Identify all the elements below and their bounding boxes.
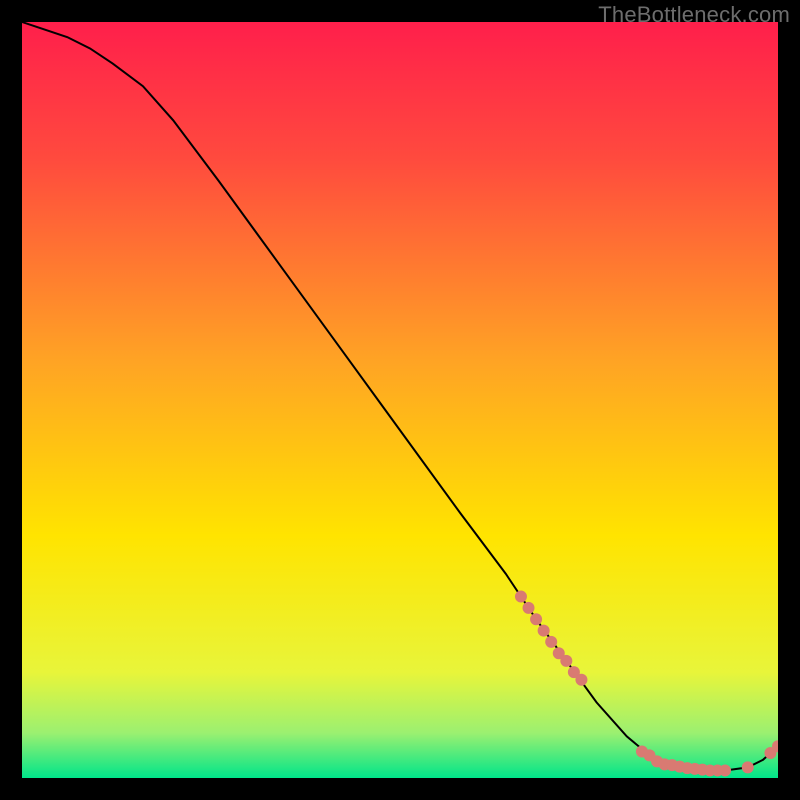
highlight-point: [560, 655, 572, 667]
highlight-point: [742, 761, 754, 773]
plot-svg: [22, 22, 778, 778]
gradient-background: [22, 22, 778, 778]
highlight-point: [545, 636, 557, 648]
chart-stage: TheBottleneck.com: [0, 0, 800, 800]
plot-area: [22, 22, 778, 778]
highlight-point: [515, 591, 527, 603]
highlight-point: [719, 764, 731, 776]
highlight-point: [530, 613, 542, 625]
highlight-point: [538, 625, 550, 637]
highlight-point: [523, 602, 535, 614]
highlight-point: [575, 674, 587, 686]
